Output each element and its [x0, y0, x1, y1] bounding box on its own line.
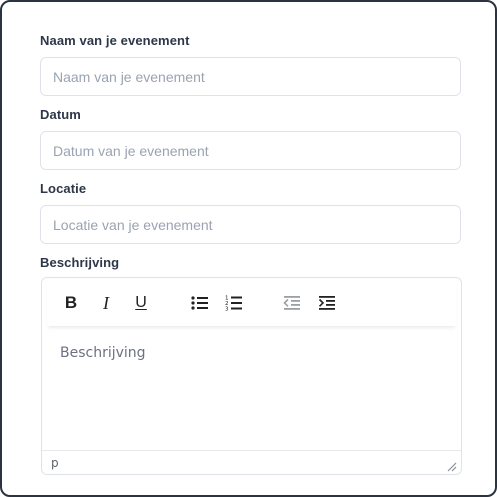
description-rich-text-editor: B I U 1 2 3 Beschrijving p: [41, 277, 462, 475]
svg-text:3: 3: [225, 307, 229, 313]
date-label: Datum: [40, 107, 81, 122]
description-editor-content[interactable]: Beschrijving: [42, 333, 461, 448]
underline-icon[interactable]: U: [129, 291, 153, 315]
name-label: Naam van je evenement: [40, 33, 190, 48]
numbered-list-icon[interactable]: 1 2 3: [222, 291, 246, 315]
editor-statusbar: p: [42, 450, 461, 474]
bold-icon[interactable]: B: [59, 291, 83, 315]
italic-icon[interactable]: I: [94, 291, 118, 315]
resize-handle-icon[interactable]: [445, 459, 457, 472]
editor-toolbar: B I U 1 2 3: [47, 279, 456, 326]
element-path[interactable]: p: [51, 456, 59, 470]
location-label: Locatie: [40, 181, 87, 196]
outdent-icon[interactable]: [280, 291, 304, 315]
event-form-card: Naam van je evenement Datum Locatie Besc…: [0, 0, 497, 497]
indent-icon[interactable]: [315, 291, 339, 315]
description-label: Beschrijving: [40, 255, 120, 270]
event-name-input[interactable]: [40, 57, 461, 96]
bullet-list-icon[interactable]: [188, 291, 212, 315]
event-location-input[interactable]: [40, 205, 461, 244]
event-date-input[interactable]: [40, 131, 461, 170]
